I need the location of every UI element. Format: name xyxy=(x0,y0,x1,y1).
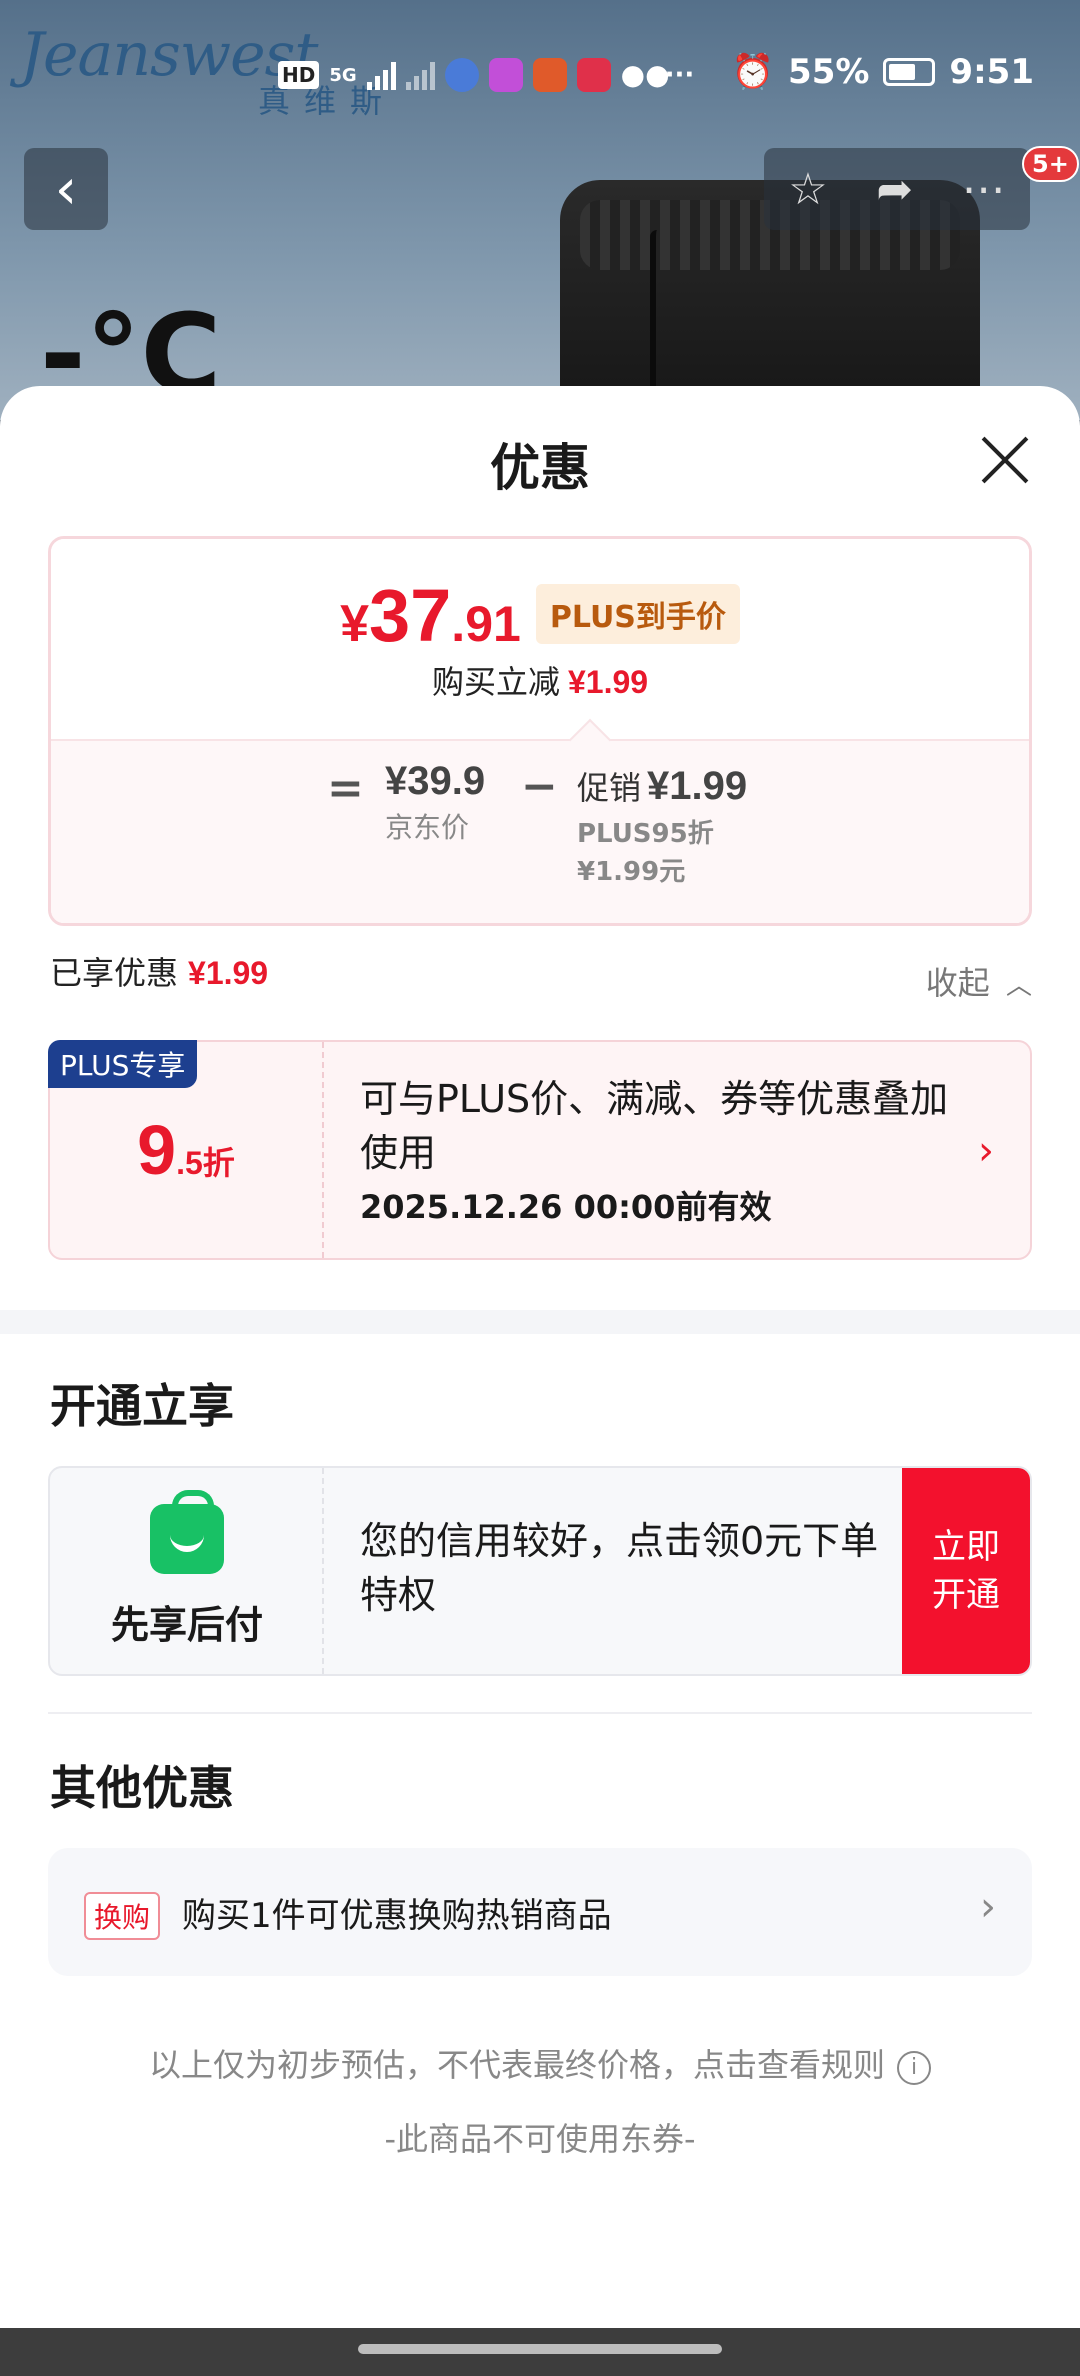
discount-sheet: 优惠 ¥37.91 PLUS到手价 购买立减 ¥1.99 = ¥39.9 京东价 … xyxy=(0,386,1080,2328)
nav-actions: ☆ ➦ ⋯ xyxy=(764,148,1030,230)
hd-badge: HD xyxy=(278,61,320,89)
status-right: ⏰ 55% 9:51 xyxy=(732,52,1034,92)
jd-price-block: ¥39.9 京东价 xyxy=(385,759,485,846)
game-app-icon xyxy=(576,58,611,92)
coupon-expiry: 2025.12.26 00:00前有效 xyxy=(360,1188,772,1226)
collapse-toggle[interactable]: 收起 ︿ xyxy=(926,958,1032,1004)
promo-detail-2: ¥1.99元 xyxy=(577,857,686,887)
system-nav-bar xyxy=(0,2328,1080,2376)
bnpl-card[interactable]: 先享后付 您的信用较好，点击领0元下单特权 立即开通 xyxy=(48,1466,1032,1676)
minus-sign: − xyxy=(521,761,558,812)
promo-detail-1: PLUS95折 xyxy=(577,819,714,849)
battery-percent: 55% xyxy=(788,52,870,92)
more-icon[interactable]: ⋯ xyxy=(962,164,1006,215)
price-summary: ¥37.91 PLUS到手价 购买立减 ¥1.99 xyxy=(51,539,1029,739)
price-breakdown-card: ¥37.91 PLUS到手价 购买立减 ¥1.99 = ¥39.9 京东价 − 促… xyxy=(48,536,1032,926)
promo-value: ¥1.99 xyxy=(647,764,748,808)
discount-value: 9 xyxy=(137,1111,177,1189)
equals-sign: = xyxy=(327,763,364,814)
open-section-title: 开通立享 xyxy=(50,1379,234,1433)
close-icon[interactable] xyxy=(970,426,1040,496)
final-price: ¥37.91 xyxy=(340,574,521,657)
reduction-value: ¥1.99 xyxy=(567,664,649,700)
battery-icon xyxy=(883,58,936,86)
divider xyxy=(48,1712,1032,1714)
coupon-description: 可与PLUS价、满减、券等优惠叠加使用 xyxy=(360,1077,949,1175)
alarm-icon: ⏰ xyxy=(731,52,775,92)
bnpl-label: 先享后付 xyxy=(110,1603,263,1647)
price-formula: = ¥39.9 京东价 − 促销 ¥1.99 PLUS95折 ¥1.99元 xyxy=(51,718,1029,923)
rules-disclaimer[interactable]: 以上仅为初步预估，不代表最终价格，点击查看规则 i xyxy=(0,2040,1080,2086)
share-icon[interactable]: ➦ xyxy=(876,164,913,215)
promo-block: 促销 ¥1.99 PLUS95折 ¥1.99元 xyxy=(577,763,747,891)
info-icon[interactable]: i xyxy=(897,2051,931,2085)
browser-app-icon xyxy=(444,58,479,92)
other-section-title: 其他优惠 xyxy=(50,1761,234,1815)
enjoyed-value: ¥1.99 xyxy=(188,955,269,991)
network-label: 5G xyxy=(329,64,357,86)
jd-price-label: 京东价 xyxy=(385,811,470,844)
signal-icon-2 xyxy=(405,60,435,90)
chevron-left-icon: ‹ xyxy=(54,156,78,222)
video-app-icon xyxy=(488,58,523,92)
section-separator xyxy=(0,1310,1080,1334)
bnpl-description: 您的信用较好，点击领0元下单特权 xyxy=(360,1519,879,1617)
signal-icon xyxy=(366,60,396,90)
favorite-star-icon[interactable]: ☆ xyxy=(788,164,827,215)
back-button[interactable]: ‹ xyxy=(24,148,108,230)
trade-in-offer-row[interactable]: 换购 购买1件可优惠换购热销商品 › xyxy=(48,1848,1032,1976)
plus-price-tag: PLUS到手价 xyxy=(535,584,740,644)
chevron-up-icon: ︿ xyxy=(1005,971,1032,1001)
enjoyed-discount: 已享优惠 ¥1.99 xyxy=(50,948,268,994)
reduction-label: 购买立减 xyxy=(431,663,560,701)
bnpl-brand: 先享后付 xyxy=(50,1468,324,1674)
collapse-label: 收起 xyxy=(925,964,990,1002)
status-bar: HD 5G ●● ··· ⏰ 55% 9:51 xyxy=(0,0,1080,150)
final-price-row: ¥37.91 PLUS到手价 xyxy=(51,573,1029,658)
instant-reduction: 购买立减 ¥1.99 xyxy=(51,657,1029,703)
open-now-button[interactable]: 立即开通 xyxy=(902,1468,1030,1674)
discount-unit: .5折 xyxy=(176,1145,235,1181)
jd-price: ¥39.9 xyxy=(385,759,486,803)
clock: 9:51 xyxy=(949,52,1034,92)
more-notifications-icon: ··· xyxy=(664,60,695,90)
shop-app-icon xyxy=(532,58,567,92)
sheet-title: 优惠 xyxy=(490,439,590,497)
disclaimer-text: 以上仅为初步预估，不代表最终价格，点击查看规则 xyxy=(148,2046,885,2084)
chevron-right-icon: › xyxy=(980,1884,996,1930)
promo-label: 促销 xyxy=(577,769,642,807)
no-coupon-note: -此商品不可使用东券- xyxy=(384,2120,696,2158)
trade-in-tag: 换购 xyxy=(84,1892,161,1940)
plus-exclusive-tag: PLUS专享 xyxy=(48,1040,198,1088)
trade-in-text: 购买1件可优惠换购热销商品 xyxy=(182,1896,612,1936)
status-left: HD 5G ●● ··· xyxy=(278,58,694,92)
message-count-badge: 5+ xyxy=(1022,146,1079,182)
wechat-icon: ●● xyxy=(620,58,670,91)
home-indicator[interactable] xyxy=(358,2344,722,2354)
shopping-bag-icon xyxy=(150,1490,224,1574)
plus-discount-coupon[interactable]: 9.5折 PLUS专享 可与PLUS价、满减、券等优惠叠加使用 2025.12.… xyxy=(48,1040,1032,1260)
chevron-right-icon: › xyxy=(978,1128,994,1174)
enjoyed-label: 已享优惠 xyxy=(50,954,179,992)
